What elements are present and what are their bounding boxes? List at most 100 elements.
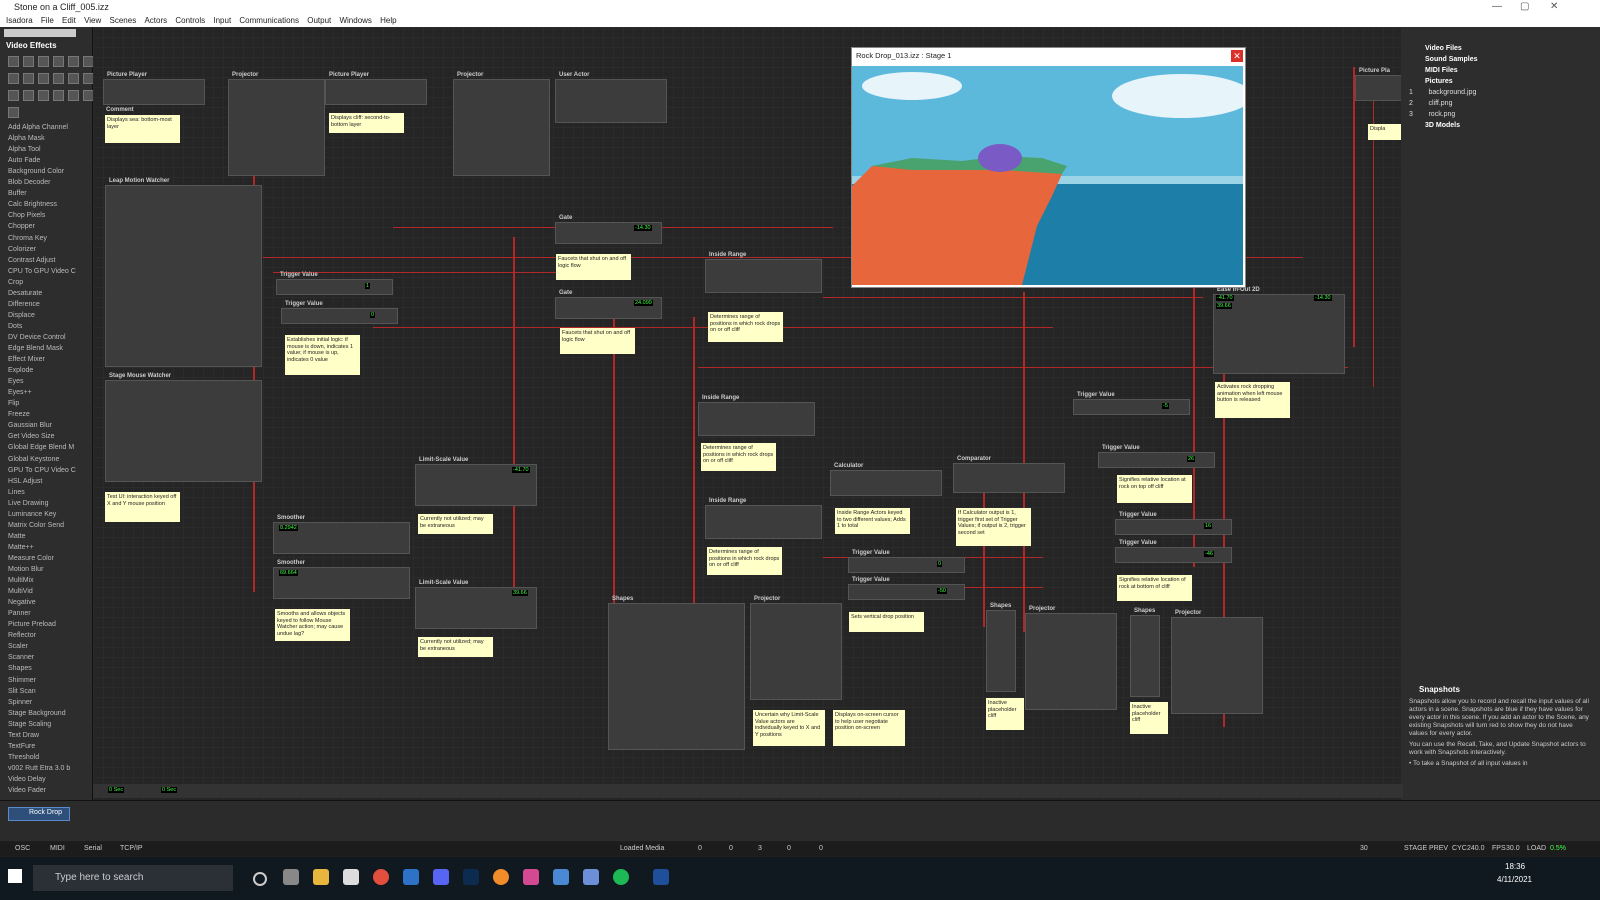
picture-row[interactable]: 2 cliff.png: [1409, 100, 1452, 107]
actor-list-item[interactable]: Desaturate: [8, 290, 42, 297]
tab-midi[interactable]: MIDI: [50, 845, 65, 852]
actor-list-item[interactable]: HSL Adjust: [8, 478, 42, 485]
inside-range-actor[interactable]: Inside Range: [698, 395, 815, 436]
app-icon[interactable]: [523, 869, 539, 885]
actor-list-item[interactable]: Scaler: [8, 643, 28, 650]
trigger-value-actor[interactable]: Trigger Value 16: [1115, 512, 1232, 535]
picture-player-actor[interactable]: Picture Player: [325, 72, 427, 105]
actor-list-item[interactable]: Chop Pixels: [8, 212, 45, 219]
projector-actor[interactable]: Projector: [750, 596, 842, 700]
actor-list-item[interactable]: Effect Mixer: [8, 356, 45, 363]
comment-box[interactable]: Determines range of positions in which r…: [707, 547, 782, 575]
shapes-actor[interactable]: Shapes: [608, 596, 745, 750]
comment-box[interactable]: Currently not utilized; may be extraneou…: [418, 637, 493, 657]
actor-list-item[interactable]: Stage Scaling: [8, 721, 51, 728]
outlook-icon[interactable]: [403, 869, 419, 885]
comment-box[interactable]: Currently not utilized; may be extraneou…: [418, 514, 493, 534]
comment-box[interactable]: Sets vertical drop position: [849, 612, 924, 632]
gate-actor[interactable]: Gate 24.099: [555, 290, 662, 319]
actor-list-item[interactable]: Explode: [8, 367, 33, 374]
tab-tcpip[interactable]: TCP/IP: [120, 845, 143, 852]
actor-list-item[interactable]: Difference: [8, 301, 40, 308]
actor-list-item[interactable]: Chroma Key: [8, 235, 47, 242]
actor-list-item[interactable]: Buffer: [8, 190, 27, 197]
menu-isadora[interactable]: Isadora: [6, 14, 33, 27]
actor-list-item[interactable]: Contrast Adjust: [8, 257, 55, 264]
actor-list-item[interactable]: Motion Blur: [8, 566, 43, 573]
spotify-icon[interactable]: [613, 869, 629, 885]
file-explorer-icon[interactable]: [313, 869, 329, 885]
group-sound-samples[interactable]: Sound Samples: [1425, 56, 1478, 63]
close-icon[interactable]: ✕: [1231, 50, 1243, 62]
picture-row[interactable]: 3 rock.png: [1409, 111, 1455, 118]
actor-list-item[interactable]: Live Drawing: [8, 500, 48, 507]
stage-preview-window[interactable]: Rock Drop_013.izz : Stage 1 ✕: [851, 47, 1246, 288]
actor-list-item[interactable]: Global Keystone: [8, 456, 59, 463]
close-button[interactable]: ✕: [1550, 1, 1558, 12]
actor-list-item[interactable]: CPU To GPU Video C: [8, 268, 76, 275]
stage-button[interactable]: STAGE: [1404, 845, 1427, 852]
group-midi-files[interactable]: MIDI Files: [1425, 67, 1458, 74]
actor-list-item[interactable]: Chopper: [8, 223, 35, 230]
comment-box[interactable]: Signifies relative location at rock on t…: [1117, 475, 1192, 503]
zoom-select[interactable]: 30: [1360, 845, 1368, 852]
actor-list-item[interactable]: Shimmer: [8, 677, 36, 684]
category-icon[interactable]: [53, 56, 64, 67]
shapes-actor[interactable]: Shapes: [986, 603, 1016, 692]
app-icon[interactable]: [553, 869, 569, 885]
inside-range-actor[interactable]: Inside Range: [705, 498, 822, 539]
trigger-value-actor[interactable]: Trigger Value 26: [1098, 445, 1215, 468]
category-icon[interactable]: [68, 56, 79, 67]
projector-actor[interactable]: Projector: [1025, 606, 1117, 710]
picture-row[interactable]: 1 background.jpg: [1409, 89, 1476, 96]
comment-box[interactable]: Inside Range Actors keyed to two differe…: [835, 508, 910, 534]
actor-list-item[interactable]: Slit Scan: [8, 688, 36, 695]
actor-list-item[interactable]: Stage Background: [8, 710, 66, 717]
user-actor[interactable]: User Actor: [555, 72, 667, 123]
actor-list-item[interactable]: Text Draw: [8, 732, 39, 739]
trigger-value-actor[interactable]: Trigger Value -46: [1115, 540, 1232, 563]
actor-list-item[interactable]: Blob Decoder: [8, 179, 50, 186]
group-pictures[interactable]: Pictures: [1425, 78, 1453, 85]
category-icon[interactable]: [23, 73, 34, 84]
picture-player-actor[interactable]: Picture Player: [103, 72, 205, 105]
trigger-value-actor[interactable]: Trigger Value -50: [848, 577, 965, 600]
actor-list-item[interactable]: Freeze: [8, 411, 30, 418]
trigger-value-actor[interactable]: Trigger Value 0: [281, 301, 398, 324]
comment-box[interactable]: Displa: [1368, 124, 1404, 140]
actor-list-item[interactable]: Background Color: [8, 168, 64, 175]
actor-list-item[interactable]: Panner: [8, 610, 31, 617]
comment-box[interactable]: Displays cliff: second-to-bottom layer: [329, 113, 404, 133]
menu-output[interactable]: Output: [307, 14, 331, 27]
actor-list-item[interactable]: GPU To CPU Video C: [8, 467, 76, 474]
actor-list-item[interactable]: Video Delay: [8, 776, 46, 783]
category-icon[interactable]: [38, 73, 49, 84]
actor-list-item[interactable]: Calc Brightness: [8, 201, 57, 208]
category-icon[interactable]: [8, 107, 19, 118]
category-icon[interactable]: [38, 56, 49, 67]
actor-list-item[interactable]: TextFure: [8, 743, 35, 750]
comment-box[interactable]: Establishes initial logic: if mouse is d…: [285, 335, 360, 375]
comment-box[interactable]: Inactive placeholder cliff: [1130, 702, 1168, 734]
actor-list-item[interactable]: Eyes++: [8, 389, 32, 396]
trigger-value-actor[interactable]: Trigger Value 0: [848, 550, 965, 573]
actor-list-item[interactable]: Matrix Color Send: [8, 522, 64, 529]
app-icon[interactable]: [583, 869, 599, 885]
isadora-icon[interactable]: [653, 869, 669, 885]
blender-icon[interactable]: [493, 869, 509, 885]
comment-box[interactable]: Smooths and allows objects keyed to foll…: [275, 609, 350, 641]
scene-tab[interactable]: Rock Drop: [8, 807, 70, 821]
actor-list-item[interactable]: MultiVid: [8, 588, 33, 595]
menu-communications[interactable]: Communications: [239, 14, 299, 27]
discord-icon[interactable]: [433, 869, 449, 885]
tab-osc[interactable]: OSC: [15, 845, 30, 852]
category-icon[interactable]: [23, 90, 34, 101]
actor-list-item[interactable]: Video Fader: [8, 787, 46, 794]
tab-serial[interactable]: Serial: [84, 845, 102, 852]
category-icon[interactable]: [8, 73, 19, 84]
menu-file[interactable]: File: [41, 14, 54, 27]
actor-list-item[interactable]: Matte++: [8, 544, 34, 551]
actor-list-item[interactable]: Add Alpha Channel: [8, 124, 68, 131]
comment-box[interactable]: Displays on-screen cursor to help user n…: [833, 710, 905, 746]
group-video-files[interactable]: Video Files: [1425, 45, 1462, 52]
